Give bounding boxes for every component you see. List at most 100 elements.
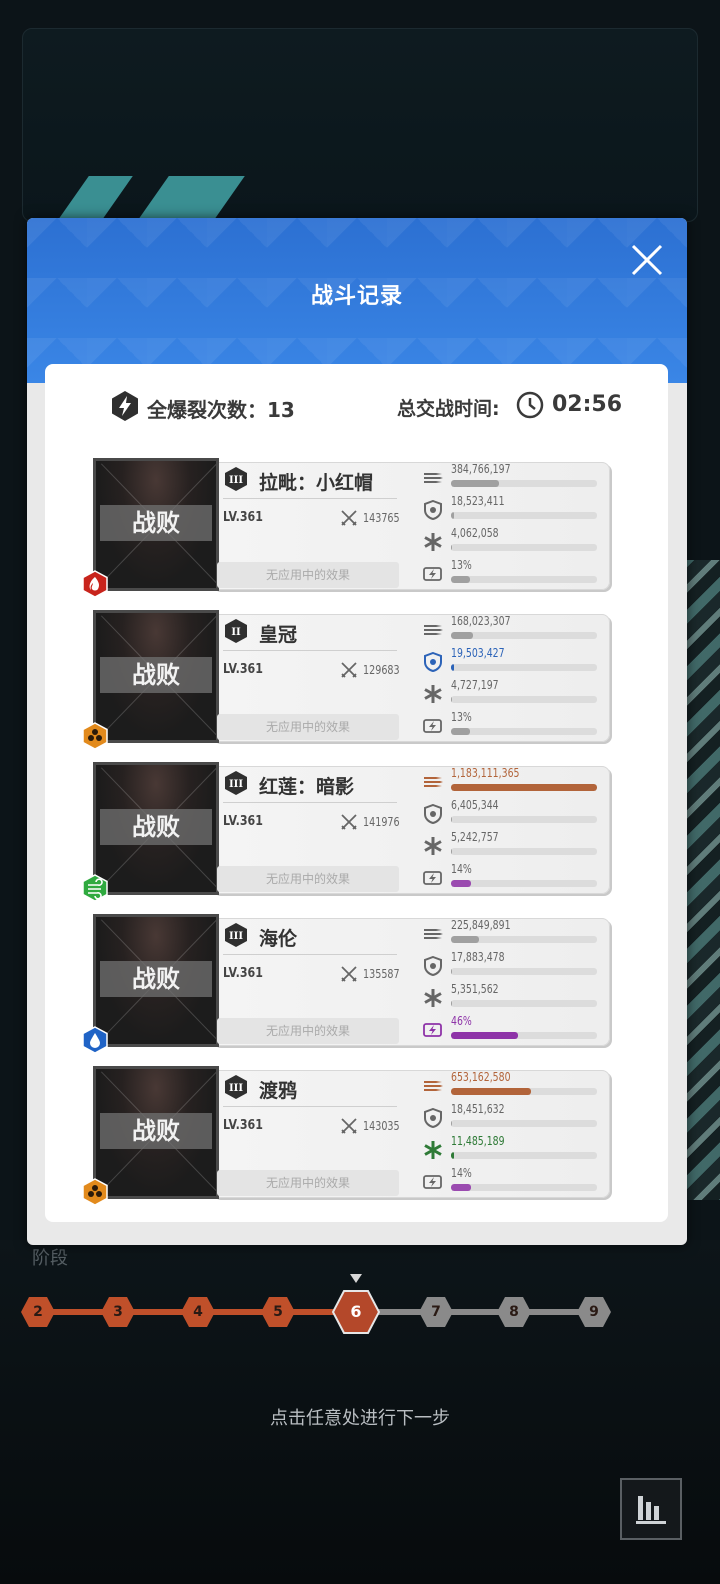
- stat-taken-bar-fill: [451, 968, 453, 975]
- iron-element-icon: [82, 722, 108, 750]
- unit-name: 海伦: [259, 928, 298, 950]
- unit-row[interactable]: 战败 III 渡鸦 LV.361 143035 无应用中的效果 653,162,…: [82, 1066, 612, 1206]
- burst-icon: [112, 391, 138, 421]
- bar-chart-icon: [636, 1496, 666, 1524]
- stat-damage-bar-fill: [451, 632, 473, 639]
- stat-damage: 384,766,197: [423, 462, 598, 494]
- stat-burst: 13%: [423, 710, 598, 742]
- burst-rank-icon: II: [225, 619, 247, 643]
- stat-burst-bar: [451, 576, 597, 583]
- unit-row[interactable]: 战败 III 红莲：暗影 LV.361 141976 无应用中的效果 1,183…: [82, 762, 612, 902]
- stat-damage: 168,023,307: [423, 614, 598, 646]
- stat-burst: 13%: [423, 558, 598, 590]
- stat-heal-value: 11,485,189: [451, 1134, 505, 1148]
- active-effects-box: 无应用中的效果: [217, 866, 399, 892]
- unit-portrait: 战败: [93, 914, 219, 1047]
- stat-damage-bar-fill: [451, 1088, 532, 1095]
- stage-number: 8: [509, 1304, 519, 1320]
- stat-burst-bar: [451, 1032, 597, 1039]
- stage-number: 9: [589, 1304, 599, 1320]
- burst-rank-numeral: III: [229, 1083, 243, 1094]
- stat-taken-bar: [451, 968, 597, 975]
- stage-number: 4: [193, 1304, 203, 1320]
- stat-heal-bar-fill: [451, 848, 453, 855]
- unit-level: LV.361: [223, 966, 263, 981]
- stat-burst: 14%: [423, 862, 598, 894]
- burst-rank-icon: III: [225, 467, 247, 491]
- stat-burst-bar-fill: [451, 1032, 519, 1039]
- stat-heal: 5,351,562: [423, 982, 598, 1014]
- stat-burst: 46%: [423, 1014, 598, 1046]
- stat-damage-bar: [451, 632, 597, 639]
- stat-heal-value: 4,727,197: [451, 678, 499, 692]
- unit-portrait: 战败: [93, 610, 219, 743]
- close-button[interactable]: [627, 240, 667, 280]
- defeat-status: 战败: [100, 809, 212, 845]
- stat-damage-value: 384,766,197: [451, 462, 511, 476]
- stage-node-3[interactable]: 3: [100, 1296, 136, 1328]
- stage-number: 3: [113, 1304, 123, 1320]
- stat-damage-value: 168,023,307: [451, 614, 511, 628]
- stat-taken-bar: [451, 1120, 597, 1127]
- taken-stat-icon: [424, 652, 442, 672]
- continue-hint[interactable]: 点击任意处进行下一步: [0, 1404, 720, 1430]
- stage-node-4[interactable]: 4: [180, 1296, 216, 1328]
- statistics-button[interactable]: [620, 1478, 682, 1540]
- stat-taken-bar-fill: [451, 512, 454, 519]
- close-icon: [631, 244, 663, 276]
- stat-heal-value: 5,351,562: [451, 982, 499, 996]
- taken-stat-icon: [424, 1108, 442, 1128]
- burst-rank-icon: III: [225, 923, 247, 947]
- stat-taken-value: 18,523,411: [451, 494, 505, 508]
- stat-heal-bar: [451, 848, 597, 855]
- clock-icon: [516, 391, 544, 419]
- stage-node-8[interactable]: 8: [496, 1296, 532, 1328]
- stat-heal: 4,062,058: [423, 526, 598, 558]
- unit-level: LV.361: [223, 814, 263, 829]
- stat-heal: 4,727,197: [423, 678, 598, 710]
- stat-burst-value: 14%: [451, 862, 472, 876]
- defeat-status: 战败: [100, 657, 212, 693]
- stat-damage-bar-fill: [451, 480, 500, 487]
- stage-node-6[interactable]: 6: [332, 1290, 380, 1334]
- name-divider: [223, 1106, 397, 1107]
- heal-stat-icon: [424, 837, 442, 855]
- stat-damage-bar-fill: [451, 784, 597, 791]
- stat-burst-bar: [451, 1184, 597, 1191]
- burst-rank-numeral: II: [231, 627, 241, 638]
- stage-node-9[interactable]: 9: [576, 1296, 612, 1328]
- unit-row[interactable]: 战败 II 皇冠 LV.361 129683 无应用中的效果 168,023,3…: [82, 610, 612, 750]
- unit-row[interactable]: 战败 III 拉毗：小红帽 LV.361 143765 无应用中的效果 384,…: [82, 458, 612, 598]
- stat-heal-bar-fill: [451, 544, 453, 551]
- stat-heal-value: 4,062,058: [451, 526, 499, 540]
- taken-stat-icon: [424, 956, 442, 976]
- stat-damage: 653,162,580: [423, 1070, 598, 1102]
- stat-burst-bar-fill: [451, 728, 470, 735]
- stat-burst-bar: [451, 728, 597, 735]
- stat-damage-bar: [451, 1088, 597, 1095]
- combat-power-value: 135587: [363, 967, 400, 981]
- total-burst-count: 全爆裂次数：13: [147, 398, 295, 422]
- stat-heal-bar: [451, 696, 597, 703]
- stage-node-7[interactable]: 7: [418, 1296, 454, 1328]
- stat-taken-value: 6,405,344: [451, 798, 499, 812]
- heal-stat-icon: [424, 533, 442, 551]
- taken-stat-icon: [424, 500, 442, 520]
- stage-track: 2 3 4 5 6 7 8 9: [0, 1290, 720, 1334]
- name-divider: [223, 802, 397, 803]
- current-stage-marker: [350, 1274, 362, 1283]
- stat-damage-bar: [451, 480, 597, 487]
- stat-heal-value: 5,242,757: [451, 830, 499, 844]
- heal-stat-icon: [424, 685, 442, 703]
- burst-rank-numeral: III: [229, 931, 243, 942]
- unit-row[interactable]: 战败 III 海伦 LV.361 135587 无应用中的效果 225,849,…: [82, 914, 612, 1054]
- unit-level: LV.361: [223, 1118, 263, 1133]
- stat-taken-value: 19,503,427: [451, 646, 505, 660]
- stat-damage-bar: [451, 784, 597, 791]
- stage-node-5[interactable]: 5: [260, 1296, 296, 1328]
- wind-element-icon: [82, 874, 108, 902]
- stat-taken-bar: [451, 664, 597, 671]
- modal-title: 战斗记录: [310, 284, 403, 309]
- damage-stat-icon: [424, 625, 443, 635]
- stage-node-2[interactable]: 2: [20, 1296, 56, 1328]
